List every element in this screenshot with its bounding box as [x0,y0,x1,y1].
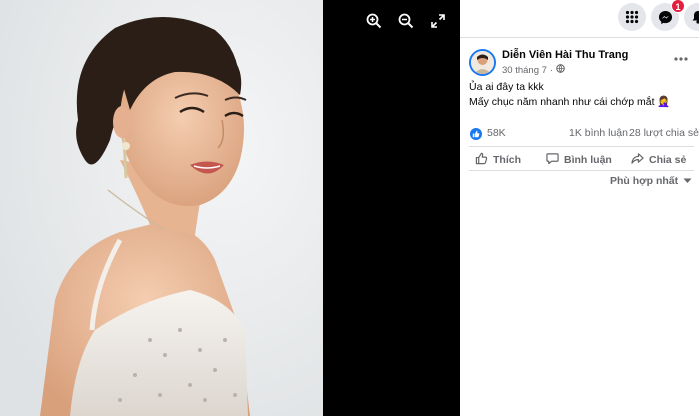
post-sidebar: 1 Diễn Viên Hài Thu Trang 30 tháng 7 · Ủ… [460,0,699,416]
bell-icon[interactable] [684,3,699,31]
share-button[interactable]: Chia sẻ [631,152,686,168]
zoom-in-icon[interactable] [364,11,383,30]
share-count[interactable]: 28 lượt chia sẻ [629,127,699,139]
comment-icon [546,152,559,168]
share-icon [631,152,644,168]
author-name[interactable]: Diễn Viên Hài Thu Trang [502,49,628,61]
globe-icon [556,64,565,76]
like-button[interactable]: Thích [475,152,521,168]
post-meta: 30 tháng 7 · [502,64,565,76]
zoom-out-icon[interactable] [396,11,415,30]
meta-separator: · [549,64,554,76]
messenger-icon[interactable]: 1 [651,0,685,31]
reaction-count[interactable]: 58K [487,127,506,139]
like-label: Thích [493,154,521,166]
notification-badge: 1 [671,0,685,13]
more-options-icon[interactable] [672,52,690,66]
post-actions: Thích Bình luận Chia sẻ [469,152,694,168]
fullscreen-icon[interactable] [428,11,447,30]
avatar[interactable] [469,49,496,76]
post-stats: 58K 1K bình luận 28 lượt chia sẻ [469,127,699,141]
actions-divider [469,170,694,171]
post-header: Diễn Viên Hài Thu Trang 30 tháng 7 · [469,48,694,78]
top-navigation: 1 [460,0,699,36]
comment-label: Bình luận [564,154,612,166]
post-caption: Ủa ai đây ta kkk Mấy chục năm nhanh như … [469,80,694,110]
post-photo[interactable] [0,0,323,416]
sort-label: Phù hợp nhất [610,175,679,187]
thumbs-up-icon [475,152,488,168]
photo-viewer [0,0,460,416]
post-date[interactable]: 30 tháng 7 [502,65,547,76]
caption-line-2: Mấy chục năm nhanh như cái chớp mắt 🤦‍♀️ [469,96,671,108]
comment-count[interactable]: 1K bình luận [569,127,628,139]
like-icon[interactable] [470,128,482,140]
grid-menu-icon[interactable] [618,3,646,31]
comment-button[interactable]: Bình luận [546,152,612,168]
stats-divider [469,146,694,147]
chevron-down-icon [683,175,692,187]
caption-line-1: Ủa ai đây ta kkk [469,81,544,93]
comment-sort-dropdown[interactable]: Phù hợp nhất [610,175,692,187]
topbar-divider [460,37,699,38]
viewer-toolbar [364,11,447,30]
share-label: Chia sẻ [649,154,687,166]
woman-portrait-image [0,0,323,416]
